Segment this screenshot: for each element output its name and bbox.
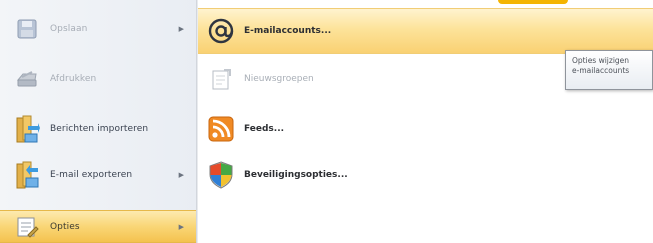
menu-item-print-label: Afdrukken	[50, 74, 97, 84]
tooltip-line-1: Opties wijzigen	[572, 56, 630, 65]
left-menu-pane: Opslaan ▶ Afdrukken Berichten importeren	[0, 0, 196, 243]
submenu-item-email-accounts[interactable]: E-mailaccounts...	[198, 8, 653, 54]
menu-item-save[interactable]: Opslaan ▶	[0, 6, 196, 52]
submenu-item-feeds[interactable]: Feeds...	[198, 106, 653, 152]
submenu-item-email-accounts-label: E-mailaccounts...	[244, 26, 332, 36]
printer-icon	[12, 64, 42, 94]
submenu-item-security-options-label: Beveiligingsopties...	[244, 170, 348, 180]
options-icon	[12, 212, 42, 242]
menu-item-export-email-label: E-mail exporteren	[50, 170, 133, 180]
menu-item-import-messages-label: Berichten importeren	[50, 124, 149, 134]
export-email-icon	[12, 160, 42, 190]
chevron-right-icon: ▶	[178, 222, 184, 231]
newsgroups-icon	[206, 64, 236, 94]
submenu-item-feeds-label: Feeds...	[244, 124, 285, 134]
chevron-right-icon: ▶	[178, 171, 184, 179]
tooltip-line-2: e-mailaccounts	[572, 66, 630, 75]
menu-item-export-email[interactable]: E-mail exporteren ▶	[0, 152, 196, 198]
at-sign-icon	[206, 16, 236, 46]
submenu-item-security-options[interactable]: Beveiligingsopties...	[198, 152, 653, 198]
menu-item-import-messages[interactable]: Berichten importeren	[0, 106, 196, 152]
submenu-pane: E-mailaccounts... Nieuwsgroepen Feeds...	[198, 0, 653, 243]
menu-item-print[interactable]: Afdrukken	[0, 56, 196, 102]
tooltip: Opties wijzigen e-mailaccounts	[565, 50, 653, 90]
menu-item-options[interactable]: Opties ▶	[0, 210, 196, 243]
rss-feed-icon	[206, 114, 236, 144]
top-accent	[498, 0, 568, 4]
security-shield-icon	[206, 160, 236, 190]
menu-item-options-label: Opties	[50, 221, 80, 232]
save-icon	[12, 14, 42, 44]
chevron-right-icon: ▶	[178, 25, 184, 33]
menu-item-save-label: Opslaan	[50, 24, 88, 34]
submenu-item-newsgroups-label: Nieuwsgroepen	[244, 74, 314, 84]
import-messages-icon	[12, 114, 42, 144]
